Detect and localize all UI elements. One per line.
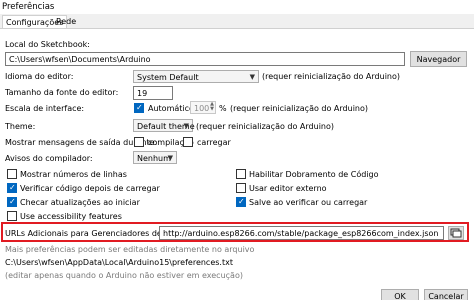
accessibility-checkbox[interactable]: [7, 211, 17, 221]
scale-label: Escala de interface:: [5, 104, 85, 113]
more-prefs-note: Mais preferências podem ser editadas dir…: [5, 245, 255, 254]
chevron-down-icon: ▼: [167, 154, 173, 162]
scale-spinner[interactable]: 100 ▲ ▼: [190, 101, 216, 114]
edit-note: (editar apenas quando o Arduino não esti…: [5, 271, 243, 280]
save-on-verify-checkbox[interactable]: [236, 197, 246, 207]
scale-unit: %: [219, 104, 227, 113]
title-bar: [0, 0, 474, 14]
verbose-upload-checkbox[interactable]: [183, 137, 193, 147]
scale-value: 100: [194, 104, 210, 113]
spinner-arrows-icon[interactable]: ▲ ▼: [210, 102, 214, 112]
check-updates-label: Checar atualizações ao iniciar: [20, 198, 140, 207]
language-value: System Default: [137, 73, 199, 82]
chevron-down-icon: ▼: [183, 122, 189, 130]
external-editor-label: Usar editor externo: [249, 184, 327, 193]
code-folding-label: Habilitar Dobramento de Código: [249, 170, 379, 179]
chevron-down-icon: ▼: [249, 73, 255, 81]
language-note: (requer reinicialização do Arduino): [262, 72, 401, 81]
font-size-label: Tamanho da fonte do editor:: [5, 88, 119, 97]
sketchbook-label: Local do Sketchbook:: [5, 40, 90, 49]
tab-rede[interactable]: Rede: [53, 15, 79, 28]
language-label: Idioma do editor:: [5, 72, 74, 81]
auto-scale-checkbox[interactable]: [134, 103, 144, 113]
sketchbook-path-input[interactable]: C:\Users\wfsen\Documents\Arduino: [5, 52, 405, 66]
warnings-select[interactable]: Nenhum ▼: [133, 151, 177, 164]
accessibility-label: Use accessibility features: [20, 212, 122, 221]
verbose-upload-label: carregar: [197, 138, 231, 147]
prefs-file-path: C:\Users\wfsen\AppData\Local\Arduino15\p…: [5, 258, 233, 267]
theme-note: (requer reinicialização do Arduino): [196, 122, 335, 131]
font-size-input[interactable]: 19: [133, 86, 173, 100]
language-select[interactable]: System Default ▼: [133, 70, 259, 83]
scale-note: (requer reinicialização do Arduino): [230, 104, 369, 113]
board-urls-input[interactable]: http://arduino.esp8266.com/stable/packag…: [159, 226, 444, 240]
window-title: Preferências: [2, 2, 55, 12]
auto-scale-label: Automático: [148, 104, 194, 113]
ok-button[interactable]: OK: [381, 289, 419, 300]
verbose-compile-checkbox[interactable]: [134, 137, 144, 147]
cancel-button[interactable]: Cancelar: [424, 289, 468, 300]
verify-after-upload-label: Verificar código depois de carregar: [20, 184, 160, 193]
line-numbers-checkbox[interactable]: [7, 169, 17, 179]
save-on-verify-label: Salve ao verificar ou carregar: [249, 198, 368, 207]
warnings-label: Avisos do compilador:: [5, 154, 93, 163]
line-numbers-label: Mostrar números de linhas: [20, 170, 127, 179]
theme-select[interactable]: Default theme ▼: [133, 119, 195, 132]
external-editor-checkbox[interactable]: [236, 183, 246, 193]
code-folding-checkbox[interactable]: [236, 169, 246, 179]
theme-label: Theme:: [5, 122, 36, 131]
window-icon: [450, 228, 462, 238]
board-urls-edit-button[interactable]: [448, 226, 464, 240]
warnings-value: Nenhum: [137, 154, 171, 163]
check-updates-checkbox[interactable]: [7, 197, 17, 207]
browse-button[interactable]: Navegador: [410, 51, 467, 67]
verify-after-upload-checkbox[interactable]: [7, 183, 17, 193]
